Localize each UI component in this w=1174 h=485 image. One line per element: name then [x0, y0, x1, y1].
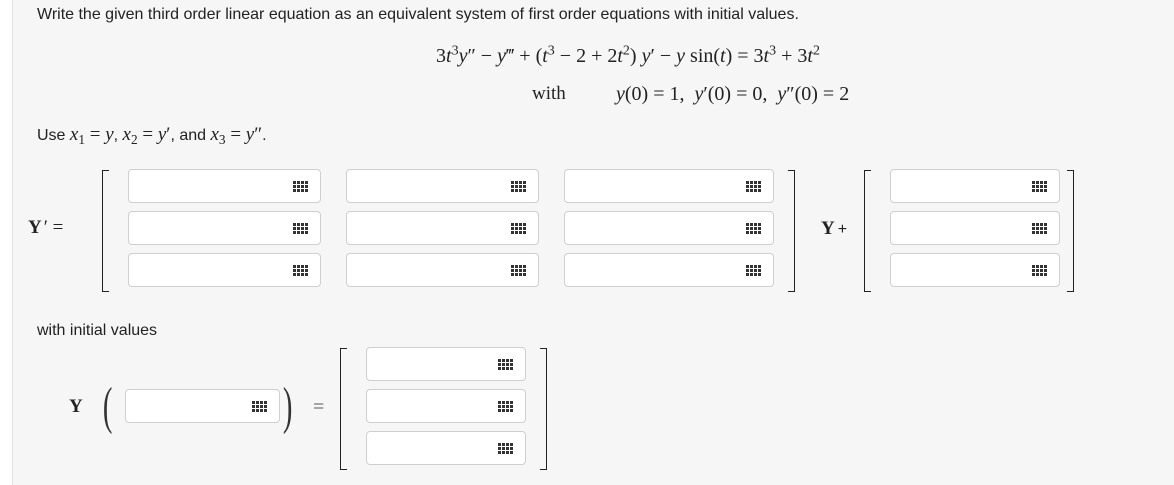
initial-vector-left-bracket [340, 348, 347, 470]
keypad-button[interactable] [1019, 254, 1059, 286]
grid-keypad-icon [745, 180, 761, 192]
grid-keypad-icon [745, 222, 761, 234]
equals-sign: = [313, 396, 325, 418]
grid-keypad-icon [1031, 264, 1047, 276]
forcing-vector-cell-3-input[interactable] [895, 258, 1015, 282]
keypad-button[interactable] [733, 170, 773, 202]
initial-vector-cell-1-input[interactable] [371, 352, 481, 376]
matrix-cell-3-3[interactable] [564, 253, 774, 287]
keypad-button[interactable] [280, 212, 320, 244]
initial-conditions: y(0) = 1, y′(0) = 0, y″(0) = 2 [616, 83, 850, 105]
matrix-right-bracket [788, 170, 795, 292]
matrix-left-bracket [102, 170, 109, 292]
matrix-cell-2-3-input[interactable] [569, 216, 729, 240]
matrix-cell-3-1-input[interactable] [133, 258, 276, 282]
matrix-cell-3-2-input[interactable] [351, 258, 494, 282]
keypad-button[interactable] [280, 254, 320, 286]
matrix-cell-1-2-input[interactable] [351, 174, 494, 198]
keypad-button[interactable] [485, 432, 525, 464]
left-paren: ( [102, 378, 113, 435]
y-plus-label: Y + [821, 218, 848, 239]
matrix-cell-2-1[interactable] [128, 211, 321, 245]
initial-y-label: Y [69, 396, 83, 417]
problem-prompt: Write the given third order linear equat… [37, 6, 799, 23]
matrix-cell-3-2[interactable] [346, 253, 539, 287]
question-panel: Write the given third order linear equat… [12, 0, 1174, 485]
forcing-vector-cell-1-input[interactable] [895, 174, 1015, 198]
initial-vector-right-bracket [540, 348, 547, 470]
initial-values-label: with initial values [37, 322, 158, 339]
keypad-button[interactable] [485, 348, 525, 380]
matrix-cell-1-3[interactable] [564, 169, 774, 203]
grid-keypad-icon [510, 222, 526, 234]
y-prime-label: Y ′ = [28, 217, 64, 238]
grid-keypad-icon [292, 180, 308, 192]
matrix-cell-1-1-input[interactable] [133, 174, 276, 198]
vector-left-bracket [864, 170, 871, 292]
keypad-button[interactable] [733, 254, 773, 286]
forcing-vector-cell-3[interactable] [890, 253, 1060, 287]
matrix-cell-3-1[interactable] [128, 253, 321, 287]
grid-keypad-icon [497, 400, 513, 412]
initial-vector-cell-2[interactable] [366, 389, 526, 423]
grid-keypad-icon [510, 264, 526, 276]
grid-keypad-icon [497, 358, 513, 370]
initial-vector-cell-3-input[interactable] [371, 436, 481, 460]
matrix-cell-2-3[interactable] [564, 211, 774, 245]
keypad-button[interactable] [498, 170, 538, 202]
grid-keypad-icon [251, 400, 267, 412]
grid-keypad-icon [292, 264, 308, 276]
matrix-cell-2-2[interactable] [346, 211, 539, 245]
initial-vector-cell-3[interactable] [366, 431, 526, 465]
right-paren: ) [282, 378, 293, 435]
forcing-vector-cell-1[interactable] [890, 169, 1060, 203]
matrix-cell-2-2-input[interactable] [351, 216, 494, 240]
matrix-cell-1-2[interactable] [346, 169, 539, 203]
initial-argument-input[interactable] [130, 394, 235, 418]
forcing-vector-cell-2-input[interactable] [895, 216, 1015, 240]
keypad-button[interactable] [280, 170, 320, 202]
grid-keypad-icon [292, 222, 308, 234]
with-word: with [532, 83, 566, 104]
grid-keypad-icon [1031, 180, 1047, 192]
vector-right-bracket [1067, 170, 1074, 292]
matrix-cell-1-1[interactable] [128, 169, 321, 203]
grid-keypad-icon [745, 264, 761, 276]
grid-keypad-icon [497, 442, 513, 454]
grid-keypad-icon [510, 180, 526, 192]
forcing-vector-cell-2[interactable] [890, 211, 1060, 245]
initial-vector-cell-2-input[interactable] [371, 394, 481, 418]
initial-vector-cell-1[interactable] [366, 347, 526, 381]
keypad-button[interactable] [733, 212, 773, 244]
matrix-cell-1-3-input[interactable] [569, 174, 729, 198]
keypad-button[interactable] [1019, 212, 1059, 244]
substitution-instruction: Use x1 = y, x2 = y′, and x3 = y″. [37, 124, 267, 147]
keypad-button[interactable] [239, 390, 279, 422]
matrix-cell-3-3-input[interactable] [569, 258, 729, 282]
keypad-button[interactable] [485, 390, 525, 422]
initial-argument-field[interactable] [125, 389, 280, 423]
keypad-button[interactable] [1019, 170, 1059, 202]
substitution-prefix: Use [37, 127, 66, 144]
keypad-button[interactable] [498, 212, 538, 244]
differential-equation: 3t3y″ − y‴ + (t3 − 2 + 2t2) y′ − y sin(t… [436, 43, 820, 67]
grid-keypad-icon [1031, 222, 1047, 234]
matrix-cell-2-1-input[interactable] [133, 216, 276, 240]
keypad-button[interactable] [498, 254, 538, 286]
